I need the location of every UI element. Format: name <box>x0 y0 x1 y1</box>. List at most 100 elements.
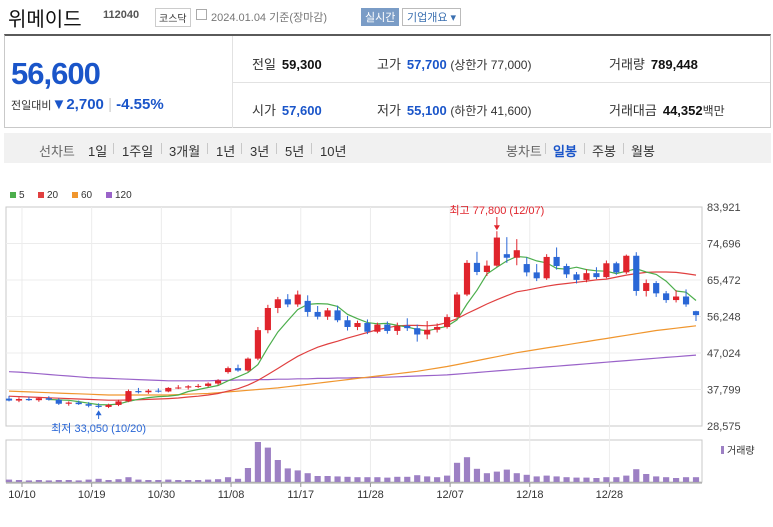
candle-body <box>5 398 13 401</box>
candle-body <box>95 405 102 407</box>
volume-bar <box>473 468 481 482</box>
candle-body <box>414 328 421 335</box>
candle-body <box>264 307 271 331</box>
volume-bar <box>274 460 281 482</box>
candle-body <box>155 390 162 392</box>
volume-bar <box>314 476 321 482</box>
candle-body <box>692 311 700 316</box>
candle-body <box>334 310 341 321</box>
volume-bar <box>234 478 242 482</box>
volume-bar <box>35 480 42 482</box>
candle-body <box>663 293 670 301</box>
candle-body <box>215 380 222 384</box>
candle-body <box>175 387 182 389</box>
volume-bar <box>224 477 232 482</box>
y-tick-label: 74,696 <box>707 239 741 251</box>
x-tick-label: 12/07 <box>436 489 464 501</box>
volume-bar <box>643 474 650 482</box>
candle-body <box>613 263 620 273</box>
x-tick-label: 10/10 <box>8 489 36 501</box>
candle-body <box>593 273 600 278</box>
volume-legend-label: 거래량 <box>727 445 755 457</box>
high-arrow-head <box>493 225 500 231</box>
candle-body <box>473 262 481 272</box>
candle-body <box>583 273 590 280</box>
volume-bar <box>523 474 530 482</box>
volume-bar <box>453 462 461 482</box>
volume-bar <box>115 479 122 482</box>
volume-bar <box>205 479 212 482</box>
x-tick-label: 12/28 <box>596 489 624 501</box>
candle-body <box>15 398 23 401</box>
volume-bar <box>692 477 700 482</box>
volume-bar <box>354 477 361 482</box>
volume-bar <box>394 476 401 482</box>
volume-bar <box>215 479 222 482</box>
candle-body <box>344 320 351 327</box>
volume-bar <box>344 476 351 482</box>
volume-bar <box>414 475 421 482</box>
candle-body <box>205 383 212 386</box>
ma120-line <box>8 354 697 382</box>
candle-body <box>384 324 391 331</box>
volume-bar <box>244 468 252 482</box>
candle-body <box>364 323 371 332</box>
candle-body <box>513 250 520 258</box>
volume-bar <box>623 475 630 482</box>
candle-body <box>623 255 630 273</box>
volume-bar <box>384 477 391 482</box>
candle-body <box>244 358 252 371</box>
candle-body <box>274 299 281 308</box>
volume-bar <box>294 470 301 482</box>
low-annotation: 최저 33,050 (10/20) <box>51 422 146 435</box>
low-arrow-head <box>95 410 102 416</box>
volume-bar <box>463 457 471 482</box>
candle-body <box>294 294 301 305</box>
x-tick-label: 10/30 <box>148 489 176 501</box>
volume-bar <box>324 476 331 482</box>
x-tick-label: 11/28 <box>357 489 384 501</box>
candle-body <box>125 391 132 402</box>
candle-body <box>284 299 291 305</box>
candle-body <box>165 387 172 392</box>
candle-body <box>643 283 650 291</box>
volume-bar <box>195 480 202 482</box>
volume-bar <box>424 476 431 482</box>
volume-bar <box>673 478 680 482</box>
candle-body <box>35 398 42 401</box>
volume-bar <box>55 480 62 482</box>
candle-body <box>453 294 461 318</box>
candle-body <box>483 265 490 272</box>
volume-bar <box>563 477 570 482</box>
ma20-line <box>8 271 697 401</box>
volume-bar <box>65 480 72 482</box>
volume-bar <box>264 447 271 482</box>
volume-bar <box>45 480 52 482</box>
y-tick-label: 37,799 <box>707 385 741 397</box>
candle-body <box>105 404 112 407</box>
candle-body <box>145 390 152 393</box>
candle-body <box>324 310 331 317</box>
candle-body <box>563 266 570 275</box>
volume-bar <box>105 480 112 482</box>
price-chart[interactable]: 83,921 74,696 65,472 56,248 47,024 37,799 28,5… <box>0 0 773 527</box>
candle-body <box>633 255 640 291</box>
volume-bar <box>603 477 610 482</box>
volume-bar <box>573 477 580 482</box>
volume-bar <box>135 479 142 482</box>
candle-body <box>543 256 550 279</box>
y-tick-label: 56,248 <box>707 312 741 324</box>
volume-bar <box>165 479 172 482</box>
volume-bar <box>85 479 92 482</box>
volume-bar <box>513 473 520 482</box>
x-tick-label: 11/08 <box>218 489 245 501</box>
y-tick-label: 47,024 <box>707 348 741 360</box>
volume-bar <box>593 478 600 482</box>
x-tick-label: 10/19 <box>78 489 106 501</box>
candle-body <box>424 329 431 335</box>
volume-bar <box>75 480 82 482</box>
volume-bar <box>254 442 261 482</box>
candle-body <box>195 385 202 387</box>
candle-body <box>573 274 580 280</box>
candle-body <box>304 300 311 312</box>
